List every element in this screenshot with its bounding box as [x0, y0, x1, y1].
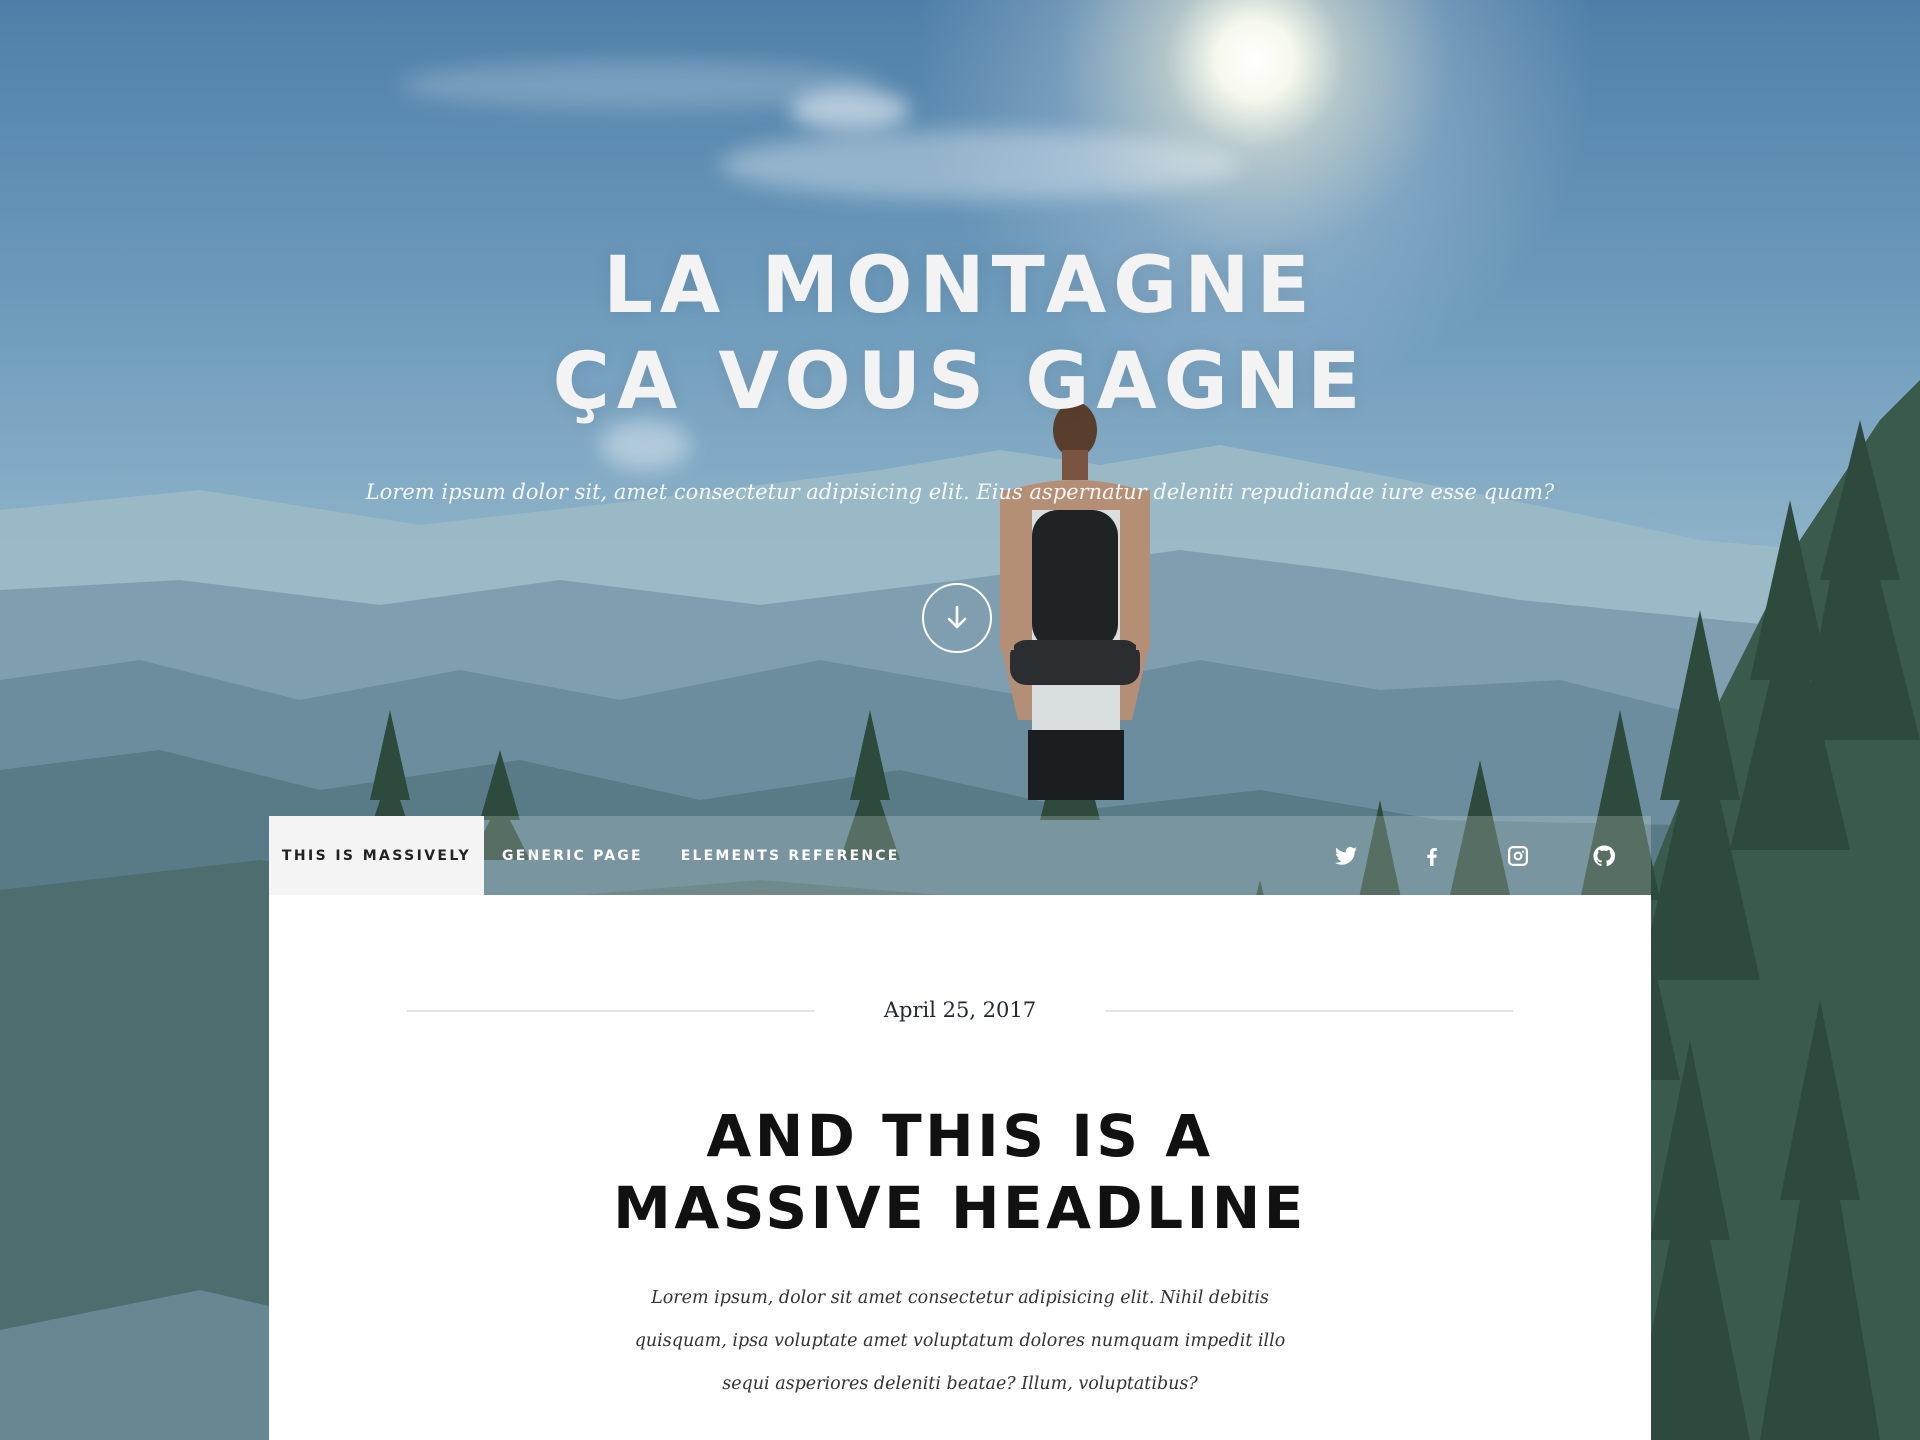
main-nav: THIS IS MASSIVELY GENERIC PAGE ELEMENTS …: [269, 816, 1651, 895]
post-headline-line-2: MASSIVE HEADLINE: [613, 1174, 1307, 1242]
date-divider-right: [1105, 1010, 1513, 1012]
social-icons: [1273, 816, 1617, 895]
intro-header: LA MONTAGNE ÇA VOUS GAGNE Lorem ipsum do…: [0, 0, 1920, 895]
nav-links: GENERIC PAGE ELEMENTS REFERENCE: [502, 816, 938, 895]
post-date-row: April 25, 2017: [407, 995, 1513, 1025]
post-headline: AND THIS IS A MASSIVE HEADLINE: [269, 1100, 1651, 1244]
arrow-down-icon: [947, 605, 967, 629]
github-icon[interactable]: [1591, 843, 1617, 869]
main-content-panel: April 25, 2017 AND THIS IS A MASSIVE HEA…: [269, 895, 1651, 1440]
facebook-icon[interactable]: [1419, 843, 1445, 869]
post-lede: Lorem ipsum, dolor sit amet consectetur …: [634, 1288, 1286, 1394]
intro-title-line-2: ÇA VOUS GAGNE: [552, 337, 1368, 427]
twitter-icon[interactable]: [1333, 843, 1359, 869]
nav-link-generic-page[interactable]: GENERIC PAGE: [502, 848, 643, 864]
intro-subtitle: Lorem ipsum dolor sit, amet consectetur …: [365, 480, 1555, 504]
intro-title: LA MONTAGNE ÇA VOUS GAGNE: [0, 238, 1920, 430]
nav-logo-link[interactable]: THIS IS MASSIVELY: [269, 816, 484, 895]
intro-title-line-1: LA MONTAGNE: [603, 241, 1317, 331]
nav-link-elements-reference[interactable]: ELEMENTS REFERENCE: [681, 848, 900, 864]
instagram-icon[interactable]: [1505, 843, 1531, 869]
post-headline-line-1: AND THIS IS A: [706, 1102, 1214, 1170]
scroll-down-button[interactable]: [922, 583, 992, 653]
